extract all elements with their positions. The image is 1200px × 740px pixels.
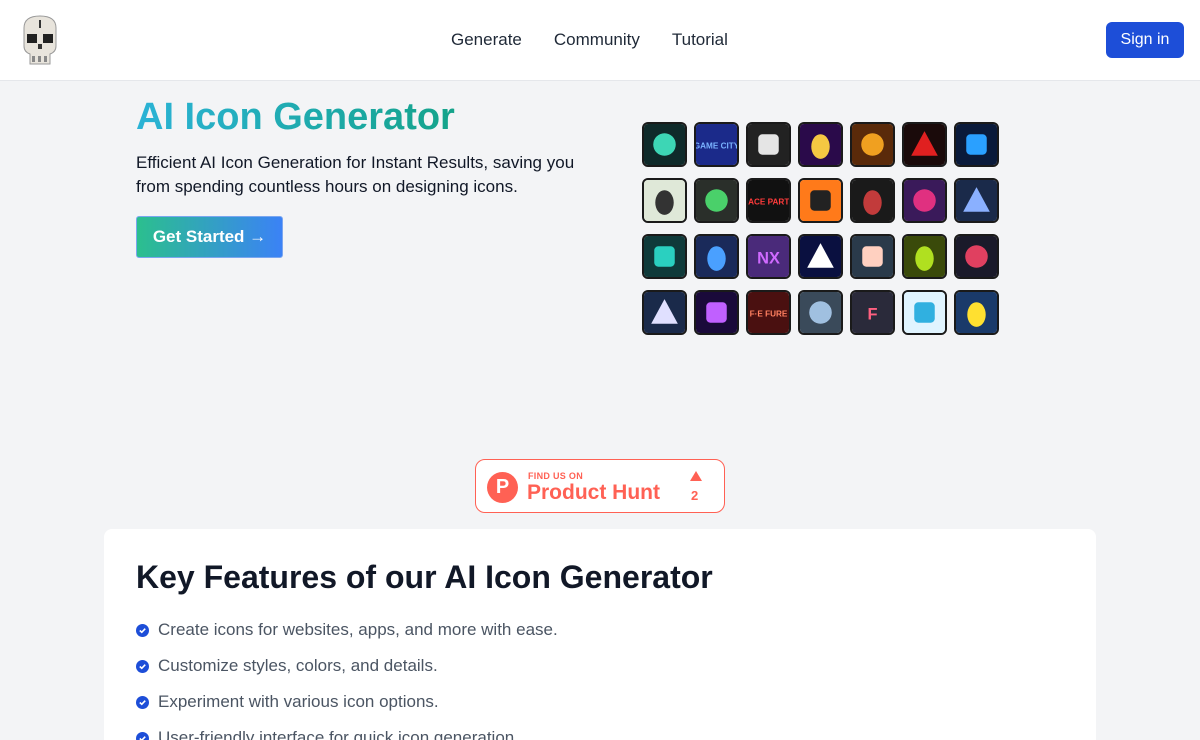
hero-description: Efficient AI Icon Generation for Instant… (136, 153, 575, 196)
sunset-icon[interactable] (798, 178, 843, 223)
head-icon[interactable] (850, 178, 895, 223)
gun-icon[interactable] (642, 178, 687, 223)
deer-icon[interactable] (798, 122, 843, 167)
features-list: Create icons for websites, apps, and mor… (136, 612, 558, 740)
game-city-icon[interactable]: GAME CITY (694, 122, 739, 167)
product-hunt-name: Product Hunt (527, 481, 660, 504)
rocket-icon[interactable] (902, 178, 947, 223)
cards-icon[interactable] (902, 122, 947, 167)
hero-title: AI Icon Generator (136, 96, 455, 138)
features-title: Key Features of our AI Icon Generator (136, 559, 713, 595)
check-circle-icon (136, 695, 149, 709)
list-item: Create icons for websites, apps, and mor… (136, 612, 558, 648)
baby-icon[interactable] (850, 234, 895, 279)
eye-icon[interactable] (954, 122, 999, 167)
figure-icon[interactable] (954, 178, 999, 223)
product-hunt-logo-icon: P (487, 472, 518, 503)
feature-text: User-friendly interface for quick icon g… (158, 728, 519, 740)
icon-gallery: GAME CITY RACE PARTY NX F·E FURE F (642, 122, 1004, 335)
upvote-count: 2 (691, 488, 699, 503)
alien-icon[interactable] (902, 234, 947, 279)
svg-text:F·E FURE: F·E FURE (750, 310, 788, 319)
check-circle-icon (136, 623, 149, 637)
svg-text:RACE PARTY: RACE PARTY (748, 198, 789, 207)
nav-tutorial[interactable]: Tutorial (672, 30, 728, 50)
chart-circle-icon[interactable] (694, 234, 739, 279)
svg-text:NX: NX (757, 250, 780, 268)
book-icon[interactable] (850, 122, 895, 167)
skull-blue-icon[interactable] (798, 290, 843, 335)
get-started-button[interactable]: Get Started → (136, 216, 283, 258)
nav-community[interactable]: Community (554, 30, 640, 50)
fire-fure-icon[interactable]: F·E FURE (746, 290, 791, 335)
list-item: Experiment with various icon options. (136, 684, 558, 720)
wizard-icon[interactable] (642, 290, 687, 335)
check-circle-icon (136, 659, 149, 673)
header: Generate Community Tutorial Sign in (0, 0, 1200, 81)
smiley-icon[interactable] (902, 290, 947, 335)
svg-text:F: F (867, 306, 877, 324)
moon-chart-icon[interactable] (798, 234, 843, 279)
list-item: User-friendly interface for quick icon g… (136, 720, 558, 740)
features-section: Key Features of our AI Icon Generator Cr… (104, 529, 1096, 740)
nx-icon[interactable]: NX (746, 234, 791, 279)
car-icon[interactable] (694, 178, 739, 223)
upvote-arrow-icon (690, 471, 702, 481)
race-party-icon[interactable]: RACE PARTY (746, 178, 791, 223)
product-hunt-tagline: FIND US ON (528, 471, 584, 481)
skull-logo-icon[interactable] (20, 14, 60, 66)
main-nav: Generate Community Tutorial (451, 30, 760, 50)
feature-text: Experiment with various icon options. (158, 692, 439, 711)
sponge-icon[interactable] (954, 290, 999, 335)
check-circle-icon (136, 731, 149, 740)
robot-grid-icon[interactable] (746, 122, 791, 167)
product-hunt-badge[interactable]: P FIND US ON Product Hunt 2 (475, 459, 725, 513)
letter-f-icon[interactable]: F (850, 290, 895, 335)
sign-in-button[interactable]: Sign in (1106, 22, 1184, 58)
feature-text: Create icons for websites, apps, and mor… (158, 620, 558, 639)
gamepad-icon[interactable] (954, 234, 999, 279)
nav-generate[interactable]: Generate (451, 30, 522, 50)
robot-teal-icon[interactable] (642, 234, 687, 279)
triangle-logo-icon[interactable] (642, 122, 687, 167)
svg-text:GAME CITY: GAME CITY (696, 142, 737, 151)
flower-icon[interactable] (694, 290, 739, 335)
list-item: Customize styles, colors, and details. (136, 648, 558, 684)
feature-text: Customize styles, colors, and details. (158, 656, 438, 675)
